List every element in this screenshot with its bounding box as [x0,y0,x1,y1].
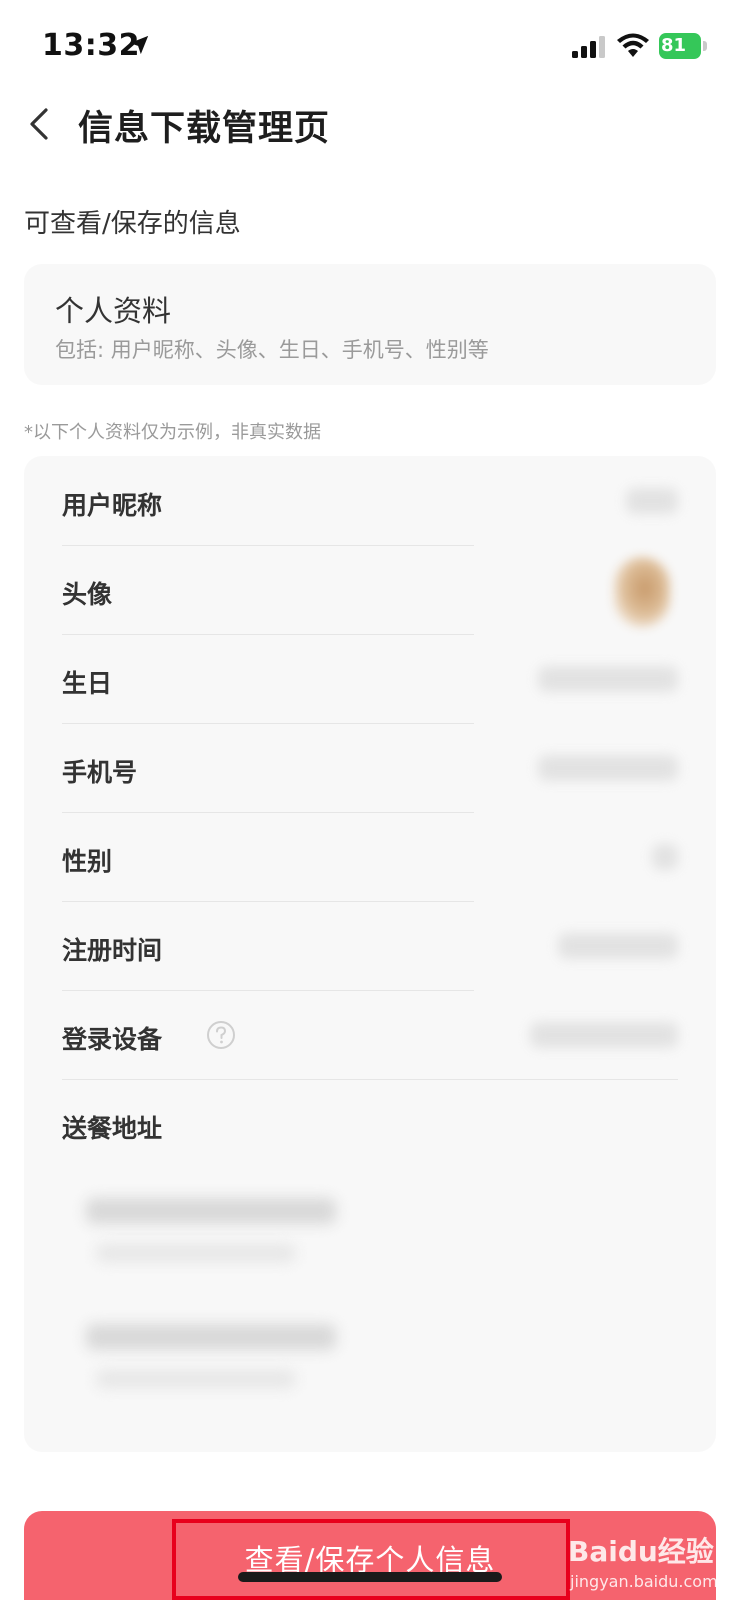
field-row-login-device: 登录设备 [62,990,678,1080]
field-label: 登录设备 [62,1025,163,1054]
back-chevron-icon[interactable] [26,106,52,142]
field-row-gender: 性别 [62,812,678,902]
blurred-address-line [86,1198,336,1224]
field-label: 送餐地址 [62,1114,163,1143]
sample-data-note: *以下个人资料仅为示例，非真实数据 [24,422,321,443]
baidu-watermark: Baidu经验 jingyan.baidu.com [568,1530,728,1596]
help-question-icon[interactable] [206,1020,236,1050]
blurred-value [558,933,678,959]
field-row-delivery-address: 送餐地址 [62,1079,678,1169]
status-bar: 13:32 81 [0,0,739,92]
field-label: 注册时间 [62,936,163,965]
profile-details-card: 用户昵称 头像 生日 手机号 性别 注册时间 登录设备 送餐地址 [24,456,716,1452]
watermark-brand: Baidu经验 [568,1535,714,1568]
blurred-value [538,755,678,781]
field-label: 性别 [62,847,113,876]
battery-indicator: 81 [659,33,709,59]
location-arrow-icon [129,35,149,55]
field-label: 手机号 [62,758,138,787]
battery-body: 81 [659,33,701,59]
home-indicator[interactable] [238,1572,502,1582]
blurred-address-line [86,1324,336,1350]
blurred-address-line [96,1244,296,1262]
profile-info-card[interactable]: 个人资料 包括: 用户昵称、头像、生日、手机号、性别等 [24,264,716,385]
blurred-value [652,844,678,870]
field-row-phone: 手机号 [62,723,678,813]
battery-cap [703,41,707,51]
field-row-nickname: 用户昵称 [62,456,678,546]
profile-card-title: 个人资料 [55,294,172,328]
blurred-address-item [78,1298,378,1410]
status-time: 13:32 [42,28,140,63]
blurred-address-item [78,1172,378,1284]
field-label: 生日 [62,669,113,698]
nav-bar: 信息下载管理页 [0,92,739,156]
section-title: 可查看/保存的信息 [24,209,241,239]
blurred-value [626,488,678,514]
battery-percent: 81 [661,35,687,56]
field-label: 头像 [62,580,113,609]
field-row-avatar: 头像 [62,545,678,635]
watermark-domain: jingyan.baidu.com [570,1572,718,1591]
field-row-birthday: 生日 [62,634,678,724]
profile-card-description: 包括: 用户昵称、头像、生日、手机号、性别等 [55,338,489,362]
page-title: 信息下载管理页 [78,109,331,149]
field-row-register-time: 注册时间 [62,901,678,991]
blurred-address-line [96,1370,296,1388]
cellular-signal-icon [572,36,605,58]
blurred-value [538,666,678,692]
field-label: 用户昵称 [62,491,163,520]
avatar [614,557,670,627]
blurred-value [530,1022,678,1048]
highlight-annotation-box [172,1519,570,1600]
wifi-icon [617,33,649,57]
